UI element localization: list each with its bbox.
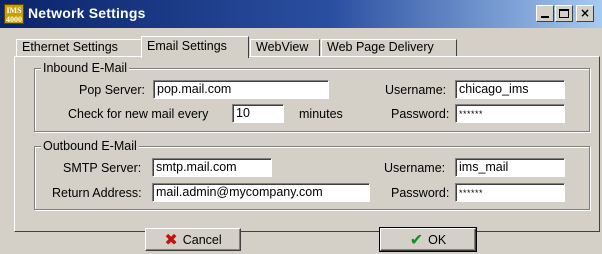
ok-button-label: OK	[428, 232, 447, 247]
maximize-icon	[559, 9, 569, 18]
inbound-username-label: Username:	[385, 83, 447, 97]
pop-server-input[interactable]: pop.mail.com	[153, 80, 329, 99]
title-bar[interactable]: IMS 4000 Network Settings ×	[0, 0, 602, 28]
cancel-button[interactable]: ✖ Cancel	[145, 228, 241, 251]
check-interval-input[interactable]: 10	[232, 104, 284, 123]
return-address-input[interactable]: mail.admin@mycompany.com	[152, 183, 370, 202]
window-title: Network Settings	[28, 5, 146, 21]
return-address-label: Return Address:	[52, 186, 142, 200]
smtp-server-input[interactable]: smtp.mail.com	[152, 158, 272, 177]
tab-web-page-delivery[interactable]: Web Page Delivery	[321, 39, 457, 57]
inbound-username-input[interactable]: chicago_ims	[455, 80, 565, 99]
x-icon: ✖	[164, 229, 178, 249]
outbound-username-label: Username:	[384, 161, 446, 175]
minimize-button[interactable]	[536, 5, 554, 22]
tab-webview[interactable]: WebView	[250, 39, 320, 57]
outbound-email-legend: Outbound E-Mail	[41, 138, 139, 154]
maximize-button[interactable]	[555, 5, 573, 22]
cancel-button-label: Cancel	[182, 232, 222, 247]
tab-email-settings[interactable]: Email Settings	[141, 36, 249, 58]
check-interval-unit: minutes	[299, 107, 343, 121]
ok-button[interactable]: ✔ OK	[379, 227, 477, 252]
tab-ethernet-settings[interactable]: Ethernet Settings	[16, 39, 142, 57]
inbound-email-legend: Inbound E-Mail	[41, 60, 130, 76]
close-icon: ×	[579, 6, 591, 20]
outbound-password-input[interactable]: ******	[455, 183, 565, 202]
outbound-username-input[interactable]: ims_mail	[455, 158, 565, 177]
pop-server-label: Pop Server:	[79, 83, 146, 97]
inbound-password-label: Password:	[391, 107, 450, 121]
check-interval-label: Check for new mail every	[68, 107, 209, 121]
window-controls: ×	[535, 5, 594, 22]
outbound-password-label: Password:	[391, 186, 450, 200]
checkmark-icon: ✔	[409, 229, 424, 249]
smtp-server-label: SMTP Server:	[63, 161, 142, 175]
inbound-password-input[interactable]: ******	[455, 104, 565, 123]
app-icon: IMS 4000	[4, 4, 24, 24]
network-settings-window: IMS 4000 Network Settings × Ethernet Sett…	[0, 0, 602, 254]
close-button[interactable]: ×	[576, 5, 594, 22]
minimize-icon	[541, 16, 549, 18]
